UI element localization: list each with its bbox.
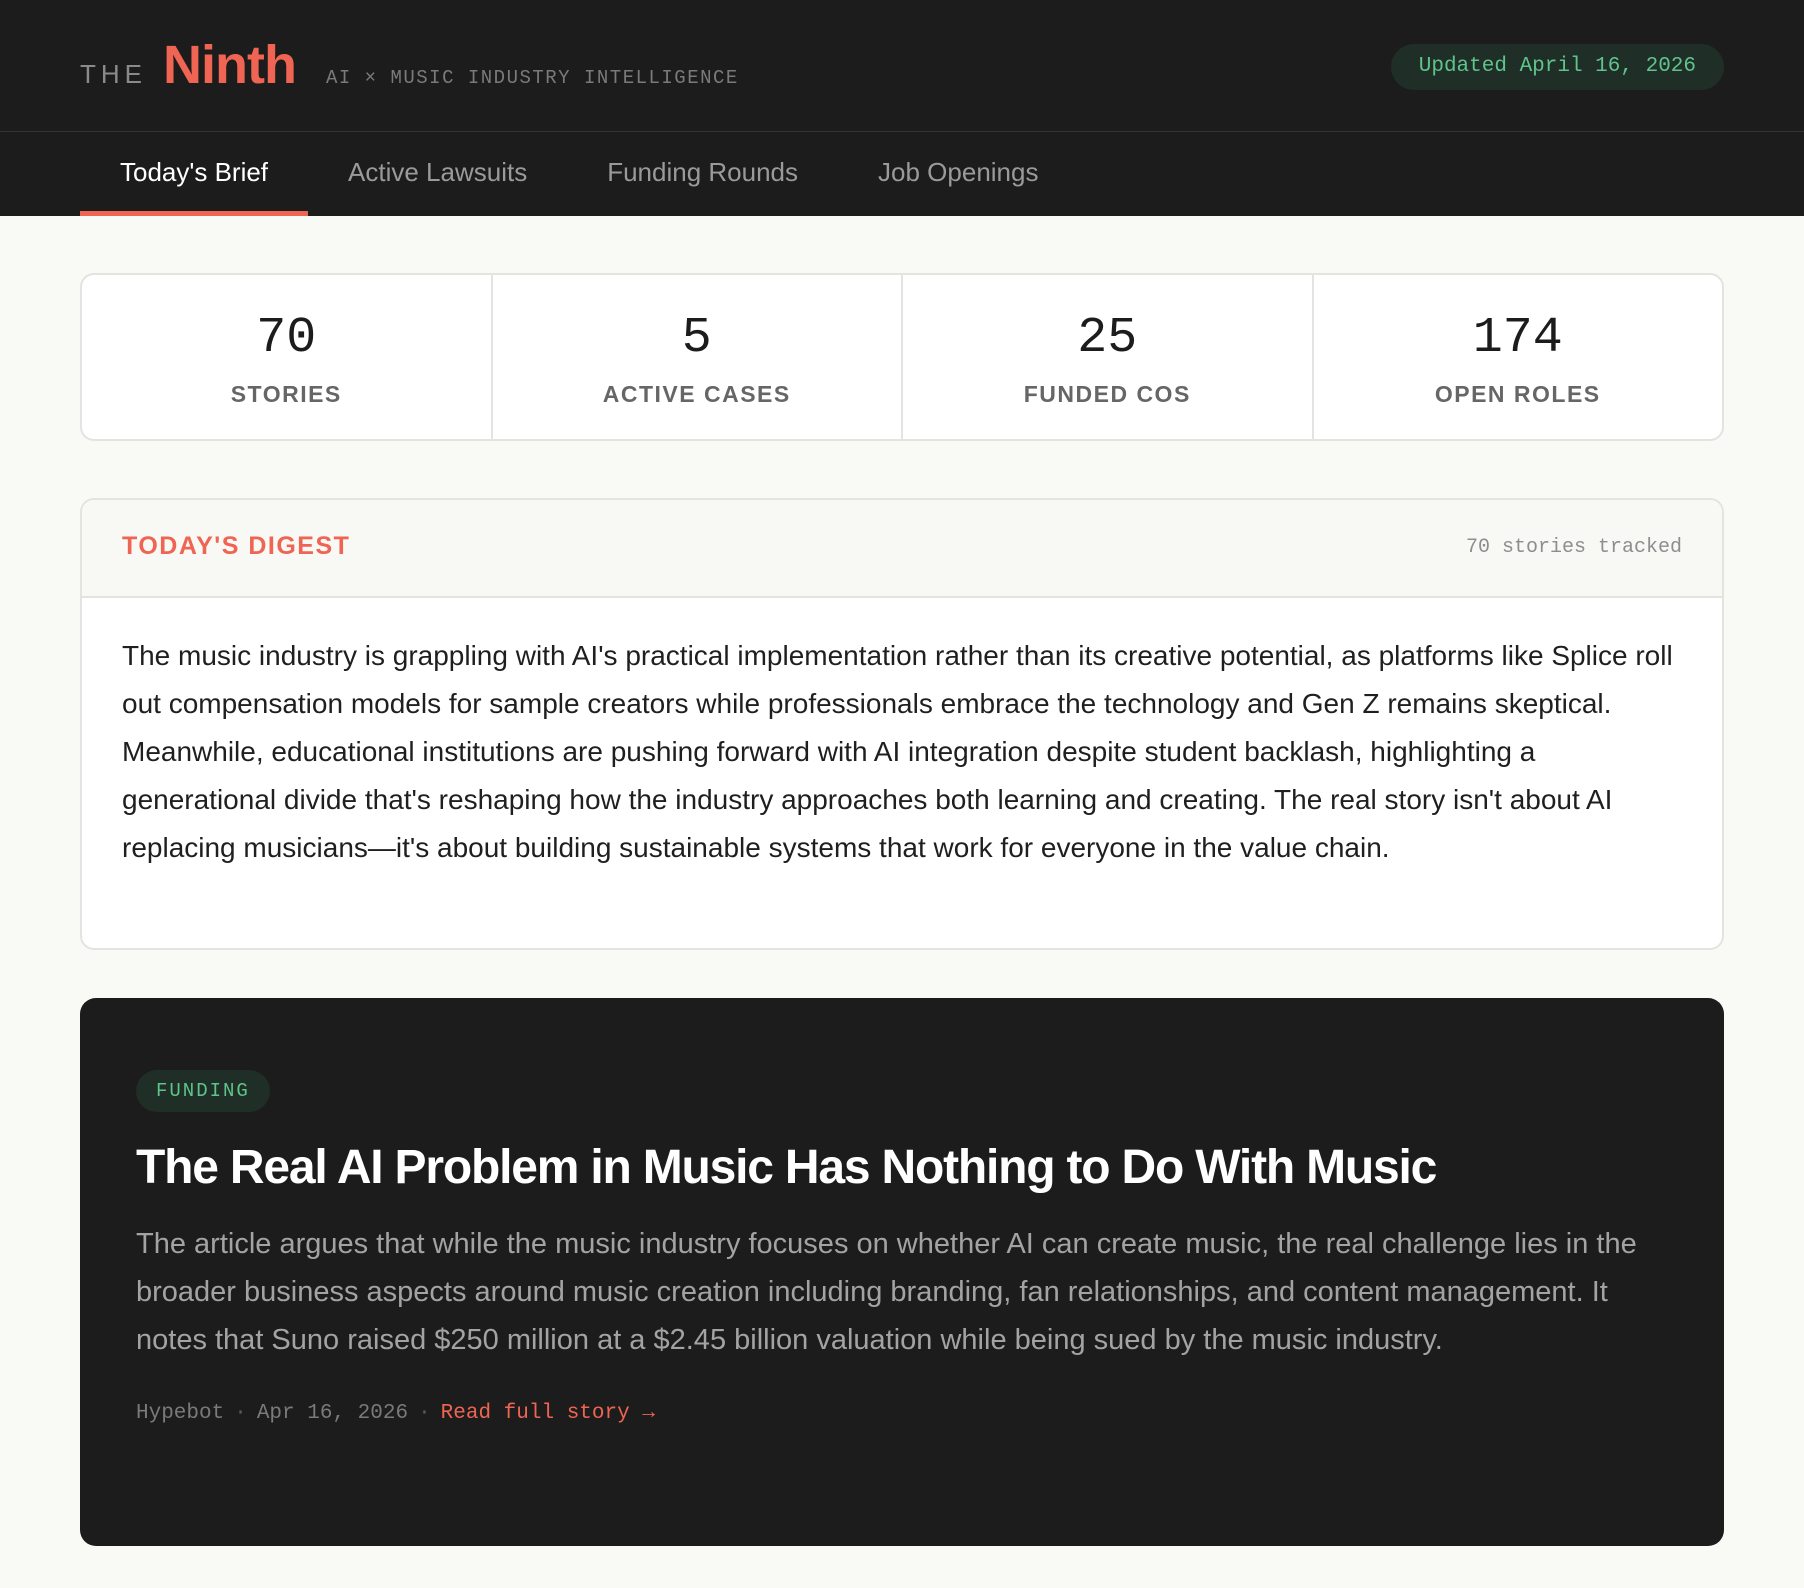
stat-label: STORIES — [230, 381, 342, 407]
brand-prefix: THE — [80, 59, 147, 89]
digest-card: TODAY'S DIGEST 70 stories tracked The mu… — [80, 498, 1724, 950]
tab-active-lawsuits[interactable]: Active Lawsuits — [308, 132, 567, 216]
main-nav: Today's Brief Active Lawsuits Funding Ro… — [0, 132, 1804, 216]
stat-funded-cos: 25 FUNDED COS — [903, 275, 1314, 439]
featured-story-card: FUNDING The Real AI Problem in Music Has… — [80, 998, 1724, 1546]
digest-body: The music industry is grappling with AI'… — [122, 640, 1673, 863]
top-bar: THE Ninth AI × MUSIC INDUSTRY INTELLIGEN… — [0, 0, 1804, 132]
category-tag: FUNDING — [136, 1070, 270, 1112]
updated-badge: Updated April 16, 2026 — [1390, 44, 1724, 90]
stats-panel: 70 STORIES 5 ACTIVE CASES 25 FUNDED COS … — [80, 273, 1724, 441]
meta-separator: · — [234, 1402, 247, 1425]
stat-open-roles: 174 OPEN ROLES — [1314, 275, 1723, 439]
nav-tabs: Today's Brief Active Lawsuits Funding Ro… — [80, 132, 1078, 216]
stat-value: 174 — [1472, 310, 1563, 367]
tab-todays-brief[interactable]: Today's Brief — [80, 132, 309, 216]
digest-header: TODAY'S DIGEST 70 stories tracked — [82, 500, 1722, 598]
stat-label: ACTIVE CASES — [602, 381, 791, 407]
tab-funding-rounds[interactable]: Funding Rounds — [567, 132, 838, 216]
meta-separator: · — [418, 1402, 431, 1425]
brand-logo[interactable]: THE Ninth AI × MUSIC INDUSTRY INTELLIGEN… — [80, 34, 739, 95]
digest-story-count: 70 stories tracked — [1465, 536, 1682, 559]
brand-tagline: AI × MUSIC INDUSTRY INTELLIGENCE — [325, 67, 739, 89]
story-source: Hypebot — [136, 1402, 225, 1425]
tab-job-openings[interactable]: Job Openings — [838, 132, 1078, 216]
story-headline[interactable]: The Real AI Problem in Music Has Nothing… — [136, 1138, 1668, 1198]
read-full-story-link[interactable]: Read full story → — [441, 1402, 655, 1425]
story-meta: Hypebot · Apr 16, 2026 · Read full story → — [136, 1402, 1668, 1425]
stat-active-cases: 5 ACTIVE CASES — [493, 275, 903, 439]
digest-title: TODAY'S DIGEST — [122, 532, 351, 560]
brand-name: Ninth — [163, 35, 297, 95]
stat-label: OPEN ROLES — [1434, 381, 1601, 407]
story-date: Apr 16, 2026 — [256, 1402, 409, 1425]
stat-value: 5 — [681, 310, 712, 367]
stat-value: 70 — [256, 310, 317, 367]
stat-stories: 70 STORIES — [82, 275, 493, 439]
stat-label: FUNDED COS — [1023, 381, 1191, 407]
story-summary: The article argues that while the music … — [136, 1228, 1637, 1356]
stat-value: 25 — [1077, 310, 1138, 367]
